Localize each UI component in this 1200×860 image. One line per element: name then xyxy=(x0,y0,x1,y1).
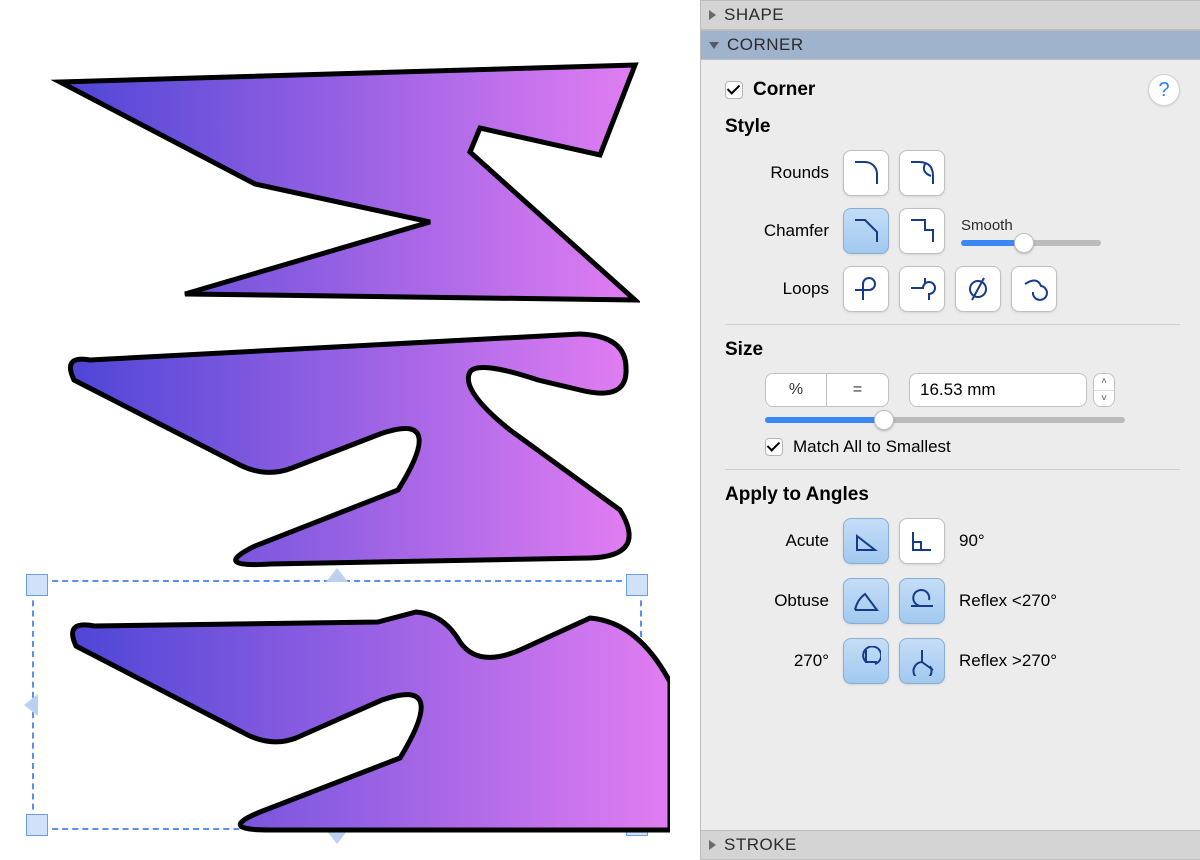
loop-p-button[interactable] xyxy=(843,266,889,312)
size-slider[interactable] xyxy=(765,417,1125,423)
selection-resize-top[interactable] xyxy=(326,568,348,582)
section-label: CORNER xyxy=(727,35,804,55)
shape-rounded xyxy=(30,320,640,570)
ninety-label: 90° xyxy=(959,531,985,551)
shape-sharp xyxy=(30,60,640,310)
rounds-label: Rounds xyxy=(725,163,843,183)
chamfer-inner-button[interactable] xyxy=(899,208,945,254)
stroke-section-header[interactable]: STROKE xyxy=(701,830,1200,860)
size-unit-absolute-button[interactable]: = xyxy=(827,373,889,407)
size-heading: Size xyxy=(725,339,1180,361)
corner-enable-checkbox[interactable] xyxy=(725,81,743,99)
help-button[interactable]: ? xyxy=(1148,74,1180,106)
drawing-canvas[interactable] xyxy=(0,0,700,860)
round-convex-button[interactable] xyxy=(843,150,889,196)
chevron-right-icon xyxy=(709,840,716,850)
loops-label: Loops xyxy=(725,279,843,299)
inspector-panel: SHAPE CORNER Corner ? Style Rounds Chamf… xyxy=(700,0,1200,860)
section-label: STROKE xyxy=(724,835,797,855)
chevron-right-icon xyxy=(709,10,716,20)
round-concave-button[interactable] xyxy=(899,150,945,196)
corner-section-header[interactable]: CORNER xyxy=(701,30,1200,60)
reflex-lt-label: Reflex <270° xyxy=(959,591,1057,611)
match-smallest-checkbox[interactable] xyxy=(765,438,783,456)
corner-section-body: Corner ? Style Rounds Chamfer Smooth Loo… xyxy=(701,60,1200,712)
two-seventy-angle-button[interactable] xyxy=(843,638,889,684)
chamfer-label: Chamfer xyxy=(725,221,843,241)
smooth-slider[interactable] xyxy=(961,240,1101,246)
size-unit-percent-button[interactable]: % xyxy=(765,373,827,407)
apply-angles-heading: Apply to Angles xyxy=(725,484,1180,506)
size-stepper[interactable]: ˄˅ xyxy=(1093,373,1115,407)
chevron-down-icon xyxy=(709,42,719,49)
reflex-gt270-button[interactable] xyxy=(899,638,945,684)
section-label: SHAPE xyxy=(724,5,784,25)
acute-angle-button[interactable] xyxy=(843,518,889,564)
reflex-lt270-button[interactable] xyxy=(899,578,945,624)
ninety-angle-button[interactable] xyxy=(899,518,945,564)
corner-enable-label: Corner xyxy=(753,79,815,101)
loop-spiral-button[interactable] xyxy=(1011,266,1057,312)
match-smallest-label: Match All to Smallest xyxy=(793,437,951,457)
reflex-gt-label: Reflex >270° xyxy=(959,651,1057,671)
loop-hook-button[interactable] xyxy=(899,266,945,312)
obtuse-angle-button[interactable] xyxy=(843,578,889,624)
smooth-label: Smooth xyxy=(961,217,1180,234)
two-seventy-label: 270° xyxy=(725,651,843,671)
loop-phi-button[interactable] xyxy=(955,266,1001,312)
acute-label: Acute xyxy=(725,531,843,551)
chamfer-outer-button[interactable] xyxy=(843,208,889,254)
obtuse-label: Obtuse xyxy=(725,591,843,611)
size-value-field[interactable]: 16.53 mm xyxy=(909,373,1087,407)
style-heading: Style xyxy=(725,116,1180,138)
shape-selected[interactable] xyxy=(30,582,670,842)
shape-section-header[interactable]: SHAPE xyxy=(701,0,1200,30)
